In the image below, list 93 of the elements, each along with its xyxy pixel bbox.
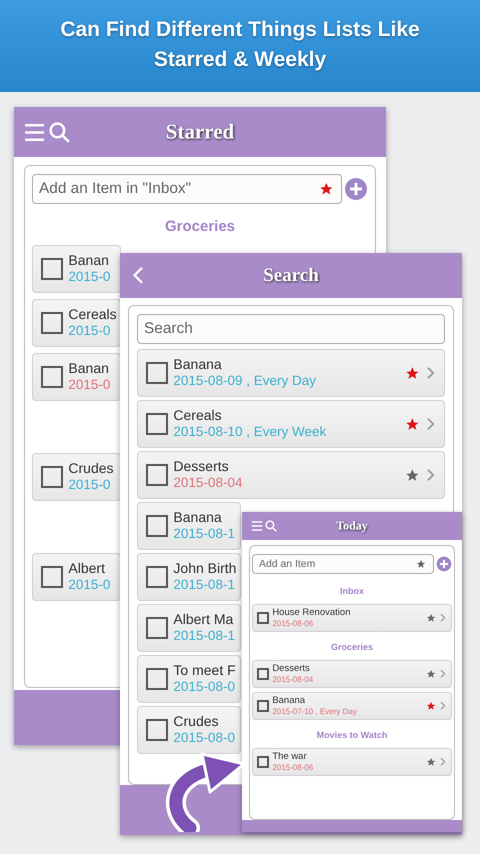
add-item-field[interactable]: Add an Item (252, 554, 434, 574)
item-title: Crudes (173, 712, 219, 730)
checkbox[interactable] (257, 756, 270, 768)
item-date: 2015-08-06 (272, 618, 314, 629)
item-date: 2015-08-1 (173, 526, 235, 544)
checkbox[interactable] (146, 515, 168, 537)
add-item-field[interactable]: Add an Item in "Inbox" (32, 174, 342, 204)
checkbox[interactable] (40, 312, 63, 334)
menu-icon[interactable] (250, 519, 264, 533)
item-date: 2015-08-1 (173, 628, 235, 646)
list-item[interactable]: Cereals 2015-0 (32, 299, 121, 347)
section-heading: Movies to Watch (316, 729, 388, 742)
item-date: 2015-08-06 (272, 762, 314, 773)
item-title: Desserts (173, 458, 229, 476)
star-icon[interactable] (404, 416, 420, 432)
checkbox[interactable] (146, 464, 168, 486)
item-title: Albert (68, 560, 105, 578)
checkbox[interactable] (146, 413, 168, 435)
item-date: 2015-08-10 , Every Week (173, 424, 326, 442)
list-item[interactable]: Desserts 2015-08-04 (252, 660, 452, 688)
list-item[interactable]: The war 2015-08-06 (252, 748, 452, 776)
item-date: 2015-08-0 (173, 679, 235, 696)
item-title: House Renovation (272, 607, 350, 619)
search-icon[interactable] (264, 519, 278, 533)
star-icon[interactable] (426, 613, 436, 623)
checkbox[interactable] (40, 258, 63, 280)
headline-text: Can Find Different Things Lists Like Starred & Weekly (59, 17, 421, 73)
list-item[interactable]: Desserts 2015-08-04 (137, 451, 445, 499)
list-item[interactable]: Banan 2015-0 (32, 245, 121, 293)
item-title: Crudes (68, 460, 114, 478)
list-item[interactable]: Banana 2015-07-10 , Every Day (252, 692, 452, 720)
item-date: 2015-07-10 , Every Day (272, 706, 357, 717)
list-item[interactable]: Cereals 2015-08-10 , Every Week (137, 400, 445, 448)
item-date: 2015-0 (68, 269, 110, 286)
item-title: Cereals (68, 306, 117, 324)
list-item[interactable]: Banana 2015-08-09 , Every Day (137, 349, 445, 397)
checkbox[interactable] (146, 617, 168, 639)
list-item[interactable]: Albert Ma 2015-08-1 (137, 604, 241, 652)
list-item[interactable]: John Birth 2015-08-1 (137, 553, 241, 601)
item-title: Banan (68, 252, 109, 270)
checkbox[interactable] (146, 668, 168, 690)
item-date: 2015-08-0 (173, 730, 235, 748)
checkbox[interactable] (146, 362, 168, 384)
search-field[interactable]: Search (137, 314, 445, 344)
item-date: 2015-0 (68, 577, 110, 594)
star-icon[interactable] (426, 757, 436, 767)
screen-title: Starred (166, 120, 234, 144)
star-icon[interactable] (416, 559, 426, 569)
item-title: The war (272, 751, 307, 763)
checkbox[interactable] (257, 612, 270, 624)
list-item[interactable]: Crudes 2015-0 (32, 453, 121, 501)
checkbox[interactable] (40, 366, 63, 388)
star-icon[interactable] (426, 701, 436, 711)
item-title: To meet F (173, 662, 236, 680)
star-icon[interactable] (319, 182, 334, 196)
list-item[interactable]: Banan 2015-0 (32, 353, 121, 401)
list-item[interactable]: Albert 2015-0 (32, 553, 121, 601)
list-item[interactable]: Banana 2015-08-1 (137, 502, 241, 550)
item-title: John Birth (173, 560, 236, 578)
section-heading: Groceries (164, 217, 236, 237)
item-date: 2015-0 (68, 477, 110, 494)
section-heading: Inbox (340, 585, 364, 598)
item-date: 2015-08-1 (173, 577, 235, 594)
list-item[interactable]: House Renovation 2015-08-06 (252, 604, 452, 632)
item-date: 2015-0 (68, 377, 110, 394)
checkbox[interactable] (257, 668, 270, 680)
item-title: Banan (68, 360, 109, 378)
item-title: Albert Ma (173, 610, 234, 628)
list-item[interactable]: To meet F 2015-08-0 (137, 655, 241, 703)
star-icon[interactable] (404, 366, 420, 380)
item-title: Banana (173, 356, 222, 374)
checkbox[interactable] (146, 566, 168, 588)
screen-title: Search (263, 264, 319, 286)
list-item[interactable]: Crudes 2015-08-0 (137, 706, 241, 754)
item-date: 2015-0 (68, 323, 110, 340)
item-date: 2015-08-09 , Every Day (173, 373, 316, 390)
item-title: Cereals (173, 406, 222, 424)
item-title: Banana (173, 508, 222, 526)
star-icon[interactable] (426, 669, 436, 679)
screen-title: Today (336, 518, 368, 534)
checkbox[interactable] (257, 700, 270, 712)
checkbox[interactable] (40, 566, 63, 588)
item-date: 2015-08-04 (173, 475, 242, 492)
item-date: 2015-08-04 (272, 674, 314, 685)
item-title: Desserts (272, 663, 310, 675)
add-button[interactable] (436, 556, 452, 572)
checkbox[interactable] (40, 466, 63, 488)
checkbox[interactable] (146, 719, 168, 741)
section-heading: Groceries (330, 641, 374, 654)
search-icon[interactable] (47, 120, 72, 144)
add-button[interactable] (344, 177, 368, 201)
star-icon[interactable] (404, 468, 420, 482)
item-title: Banana (272, 695, 306, 707)
